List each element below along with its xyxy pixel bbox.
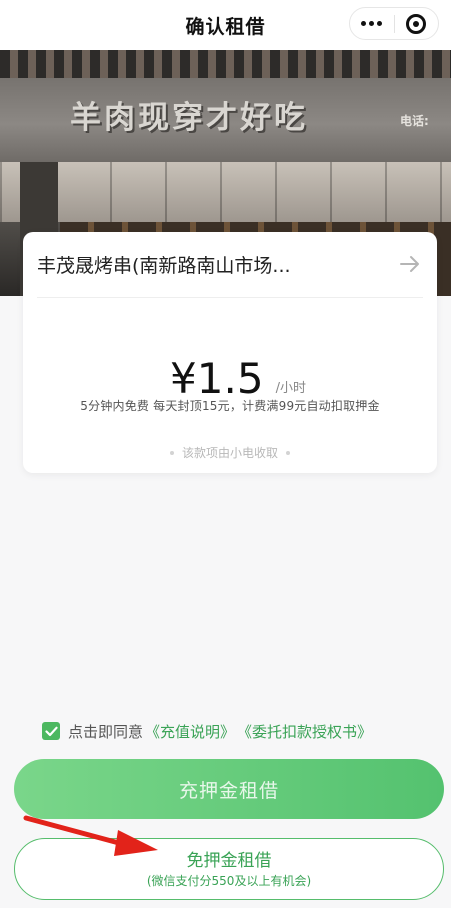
price-unit: /小时 [275,381,306,396]
shop-row[interactable]: 丰茂晟烤串(南新路南山市场... [23,232,437,297]
collector-note: 该款项由小电收取 [181,446,278,460]
recharge-terms-link[interactable]: 《充值说明》 [145,721,235,742]
bullet-dot [169,450,174,455]
rental-info-card: 丰茂晟烤串(南新路南山市场... ¥1.5 /小时 5分钟内免费 每天封顶15元… [23,232,437,473]
store-roof [0,50,451,78]
price-row: ¥1.5 /小时 [23,340,437,400]
store-sign-text: 羊肉现穿才好吃 [70,100,308,136]
close-mini-program-icon[interactable] [394,8,438,39]
free-deposit-label: 免押金租借 [186,850,272,871]
agreement-checkbox[interactable] [42,722,60,740]
nav-bar: 确认租借 [0,0,451,50]
check-icon [44,726,58,736]
pricing-description: 5分钟内免费 每天封顶15元，计费满99元自动扣取押金 [80,399,380,413]
agreement-prefix: 点击即同意 [68,722,144,741]
deposit-rent-button[interactable]: 充押金租借 [14,759,444,819]
more-icon[interactable] [350,8,394,39]
agreement-row: 点击即同意 《充值说明》 《委托扣款授权书》 [42,720,372,742]
arrow-right-icon [400,256,419,272]
store-sign-phone-label: 电话: [400,114,429,128]
free-deposit-note: (微信支付分550及以上有机会) [146,873,312,888]
red-annotation-arrow-icon [23,815,158,856]
page-title: 确认租借 [185,15,266,38]
collector-note-row: 该款项由小电收取 [23,444,437,461]
bullet-dot [286,450,290,455]
store-ceiling [0,162,451,222]
card-divider [37,297,423,298]
shop-name: 丰茂晟烤串(南新路南山市场... [37,255,291,277]
price-value: ¥1.5 [170,354,264,403]
mini-program-capsule [349,7,439,40]
authorization-terms-link[interactable]: 《委托扣款授权书》 [237,721,372,742]
